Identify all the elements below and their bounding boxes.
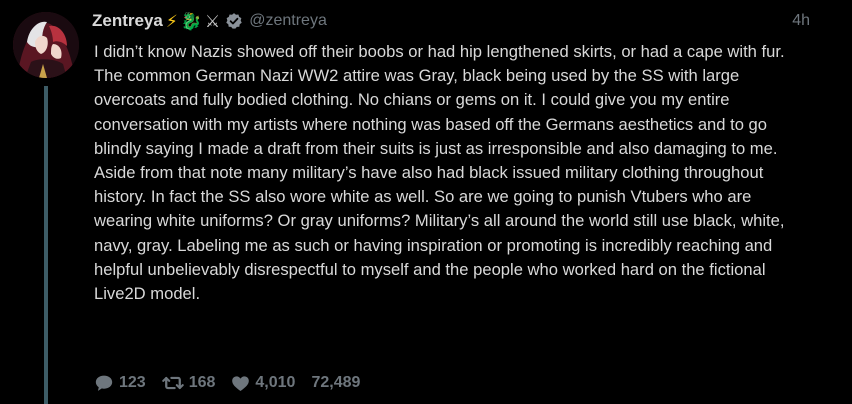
display-name[interactable]: Zentreya (92, 11, 163, 31)
retweet-button[interactable]: 168 (161, 374, 216, 392)
thread-line (44, 86, 48, 404)
crossed-swords-emoji-icon: ⚔ (204, 11, 221, 31)
like-button[interactable]: 4,010 (231, 374, 295, 392)
reply-count: 123 (119, 374, 146, 391)
tweet[interactable]: Zentreya ⚡ 🐉 ⚔ @zentreya 4h I didn’t kno… (0, 0, 852, 404)
avatar[interactable] (13, 12, 79, 78)
retweet-count: 168 (188, 374, 216, 391)
tweet-timestamp[interactable]: 4h (792, 12, 810, 30)
user-handle[interactable]: @zentreya (249, 12, 327, 30)
verified-badge-icon (225, 12, 243, 30)
reply-icon (95, 375, 113, 391)
tweet-header: Zentreya ⚡ 🐉 ⚔ @zentreya (92, 9, 812, 33)
tweet-text: I didn’t know Nazis showed off their boo… (94, 40, 814, 306)
avatar-image (13, 12, 79, 78)
like-count: 4,010 (255, 374, 296, 391)
reply-button[interactable]: 123 (94, 374, 146, 392)
lightning-emoji-icon: ⚡ (165, 11, 178, 31)
heart-icon (232, 375, 250, 391)
tweet-actions: 123 168 4,010 72,489 (94, 374, 360, 392)
dragon-emoji-icon: 🐉 (180, 11, 202, 31)
view-count: 72,489 (311, 374, 361, 391)
tweet-paragraph: The common German Nazi WW2 attire was Gr… (94, 66, 785, 304)
retweet-icon (161, 376, 184, 390)
tweet-paragraph: I didn’t know Nazis showed off their boo… (94, 42, 785, 61)
